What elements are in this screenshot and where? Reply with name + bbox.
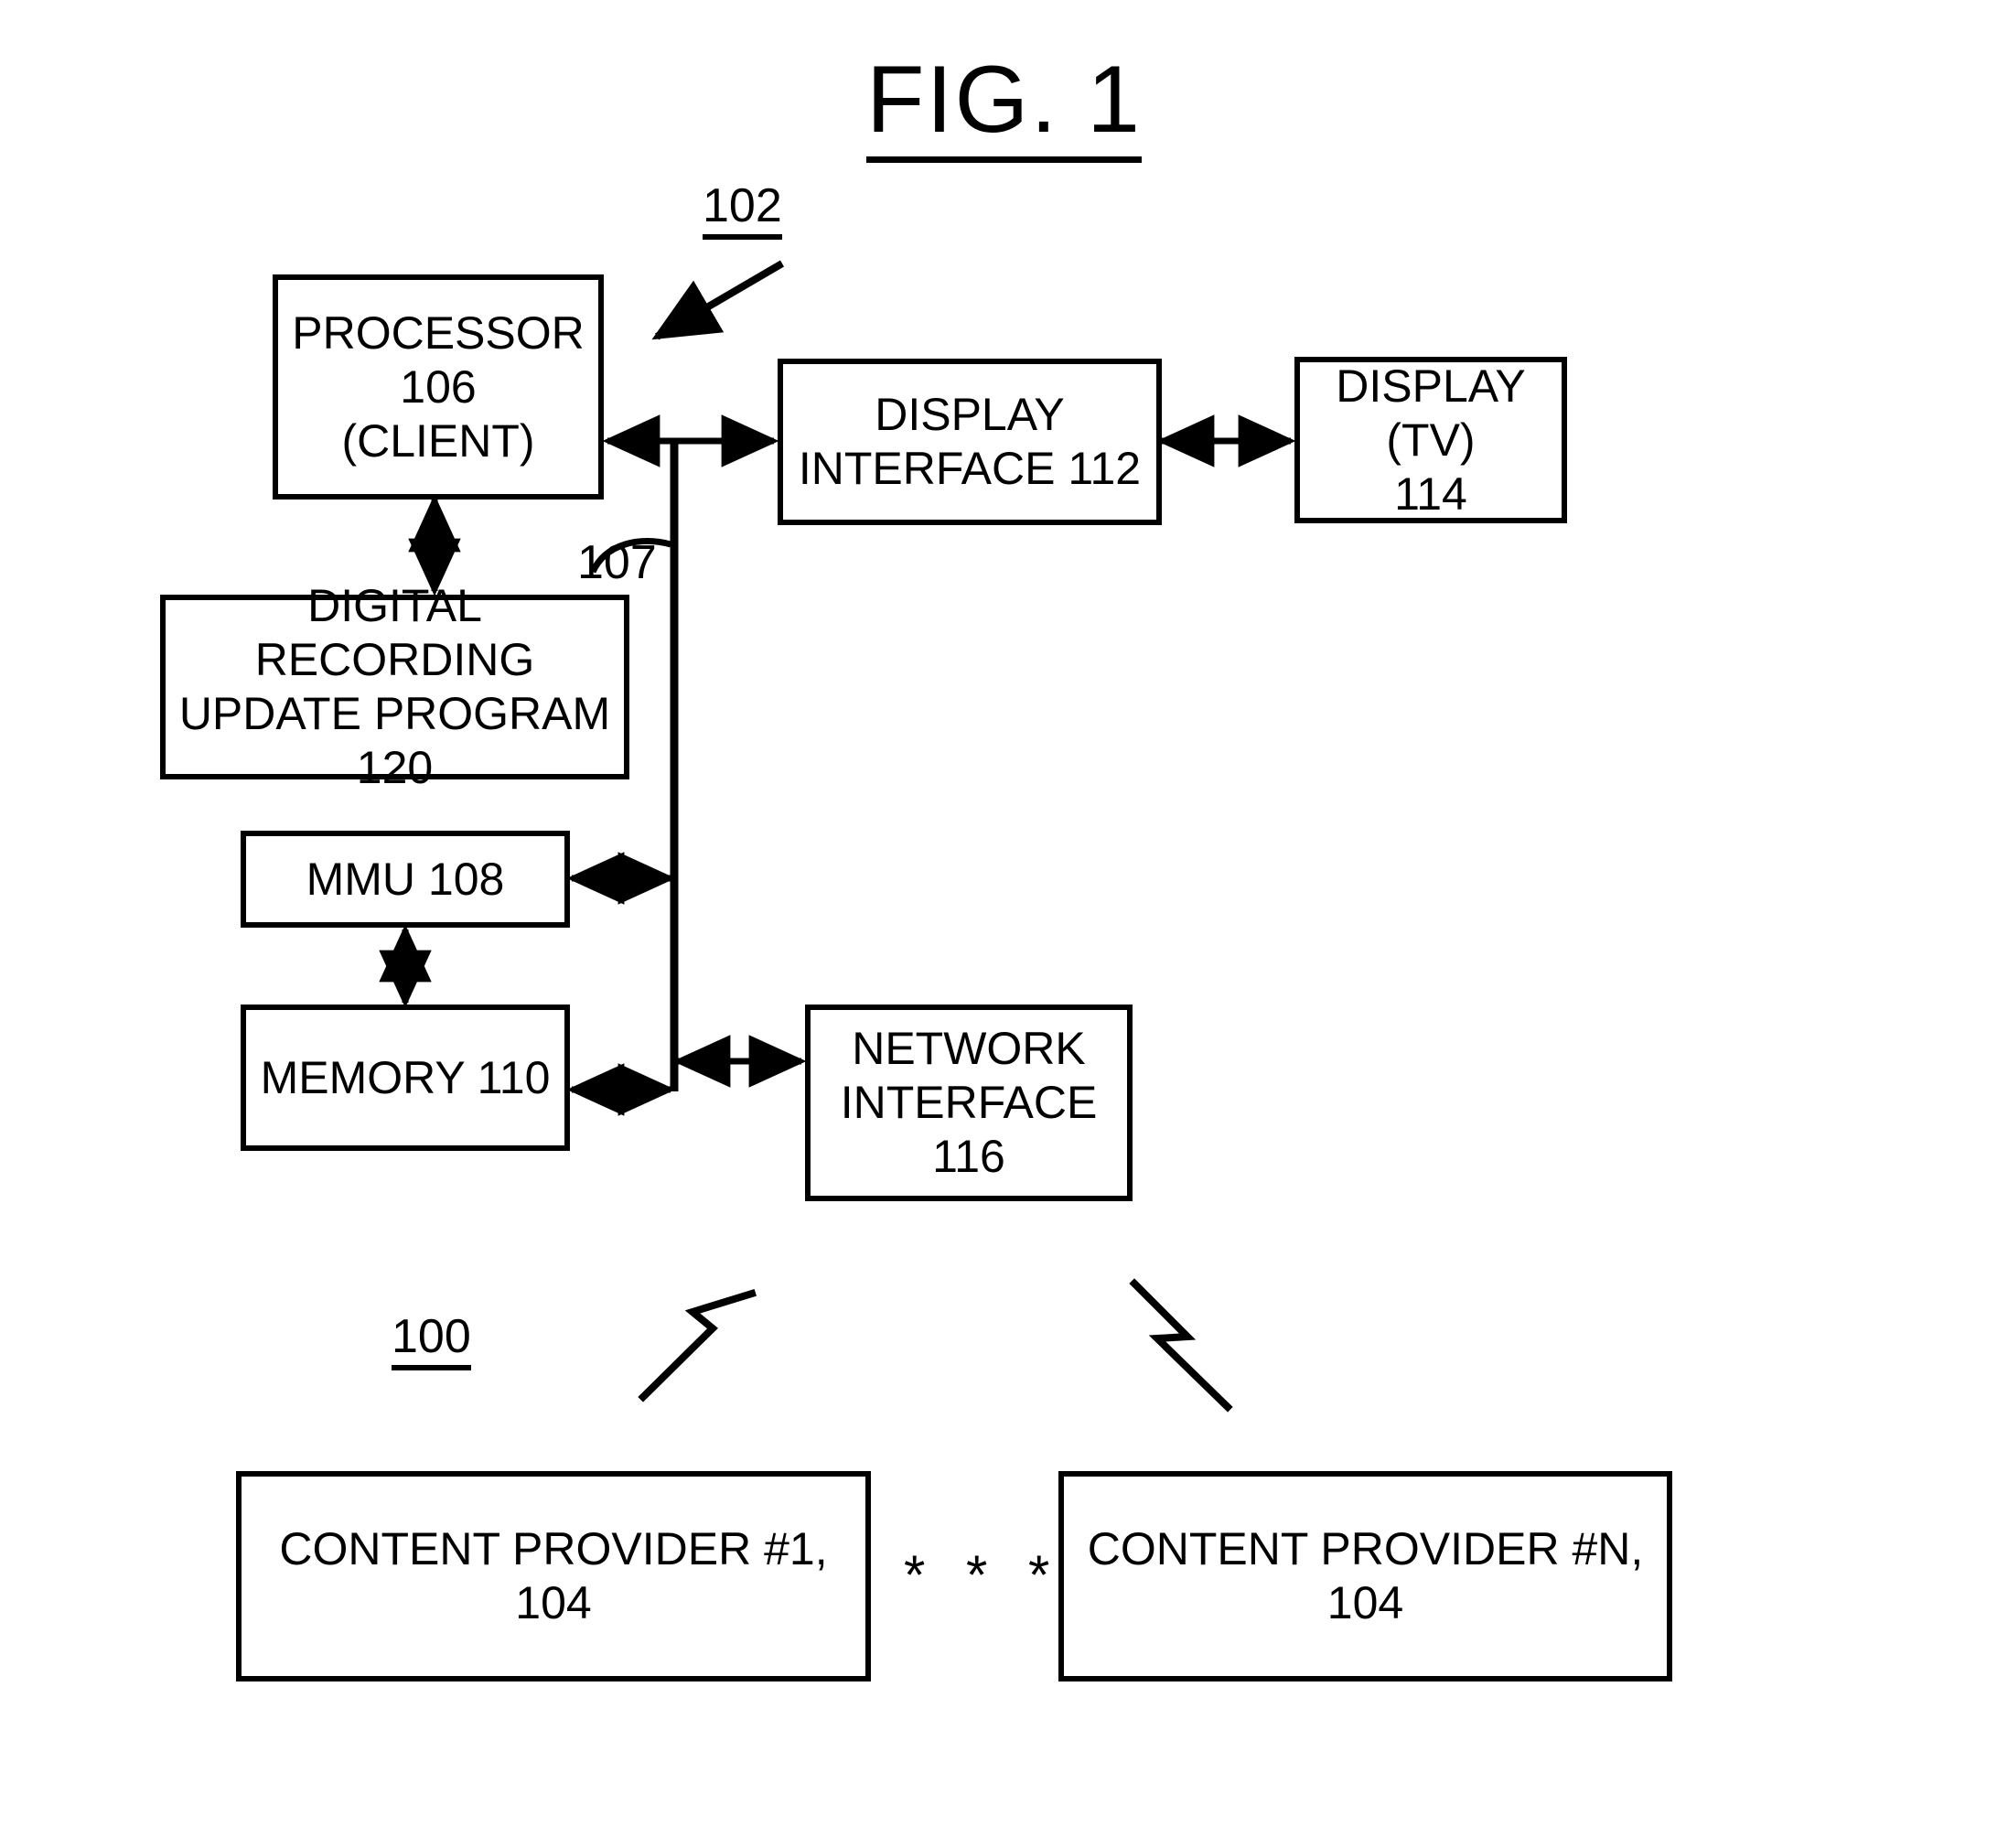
display-interface-box: DISPLAY INTERFACE 112 [778,359,1162,525]
ellipsis-asterisks: * * * [904,1548,1062,1603]
network-interface-box-label: NETWORK INTERFACE 116 [840,1023,1098,1182]
content-provider-nth-box: CONTENT PROVIDER #N, 104 [1058,1471,1672,1681]
processor-box: PROCESSOR 106 (CLIENT) [273,274,604,500]
leader-arrow-102 [651,260,785,340]
ellipsis-asterisks-text: * * * [904,1544,1063,1606]
memory-box-label: MEMORY 110 [260,1051,551,1103]
network-interface-box: NETWORK INTERFACE 116 [805,1005,1133,1201]
content-provider-first-label: CONTENT PROVIDER #1, 104 [279,1523,828,1628]
content-provider-first-box: CONTENT PROVIDER #1, 104 [236,1471,871,1681]
content-provider-nth-label: CONTENT PROVIDER #N, 104 [1087,1523,1644,1628]
update-program-box: DIGITAL RECORDING UPDATE PROGRAM 120 [160,580,629,793]
mmu-box: MMU 108 [241,831,570,928]
memory-box: MEMORY 110 [241,1005,570,1151]
display-tv-box: DISPLAY (TV) 114 [1294,357,1567,523]
display-tv-box-label: DISPLAY (TV) 114 [1336,360,1526,520]
figure-title-text: FIG. 1 [866,47,1142,163]
reference-label-102: 102 [703,179,782,240]
mmu-box-label: MMU 108 [306,853,505,905]
update-program-box-label: DIGITAL RECORDING UPDATE PROGRAM 120 [178,580,611,793]
wireless-link-right-icon [1129,1278,1233,1413]
patent-figure: FIG. 1 102 107 100 PROCESSOR 106 (CLIENT… [0,0,2008,1848]
reference-label-100: 100 [392,1310,471,1370]
figure-title: FIG. 1 [0,47,2008,163]
processor-box-label: PROCESSOR 106 (CLIENT) [292,306,585,467]
display-interface-box-label: DISPLAY INTERFACE 112 [798,389,1142,494]
wireless-link-left-icon [638,1289,757,1402]
